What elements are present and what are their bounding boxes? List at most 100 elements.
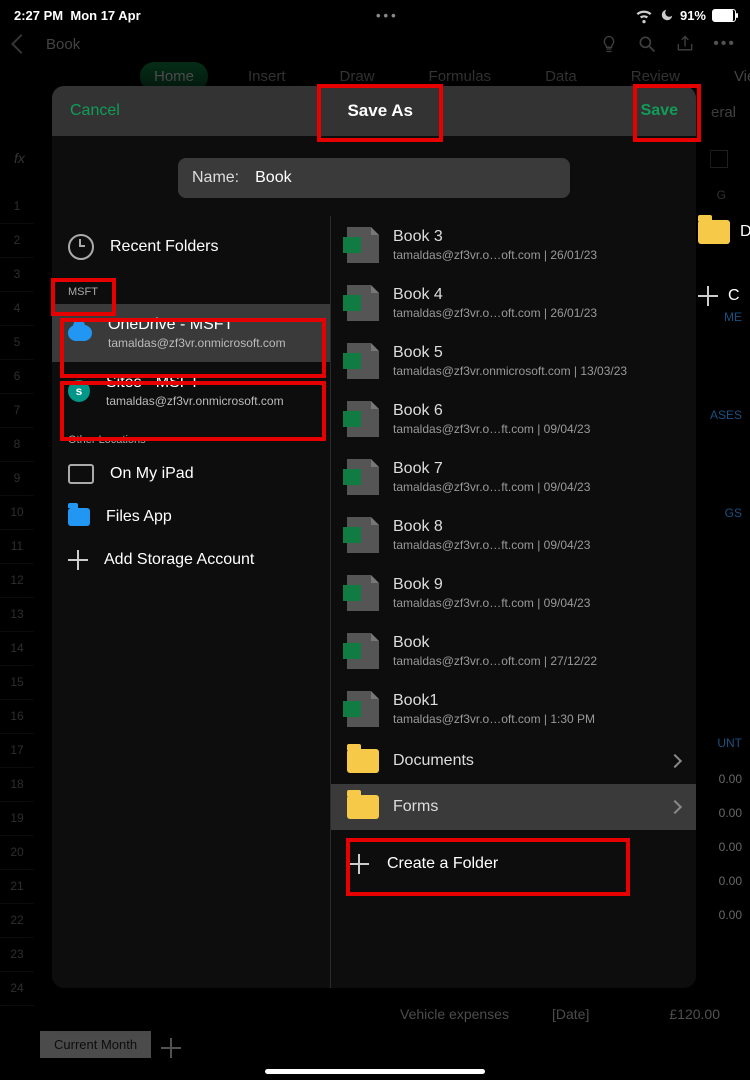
chevron-right-icon	[668, 800, 682, 814]
excel-file-icon	[347, 227, 379, 263]
bg-hint: UNT	[710, 736, 742, 772]
add-sheet-icon[interactable]	[161, 1038, 175, 1052]
filename-input[interactable]	[253, 168, 556, 188]
file-meta: tamaldas@zf3vr.o…ft.com | 09/04/23	[393, 538, 590, 552]
row-headers: 123456789101112131415161718192021222324	[0, 190, 34, 1006]
file-meta: tamaldas@zf3vr.o…oft.com | 26/01/23	[393, 306, 597, 320]
recent-folders[interactable]: Recent Folders	[52, 222, 330, 272]
dialog-title: Save As	[120, 101, 641, 121]
document-title: Book	[46, 36, 80, 53]
status-time: 2:27 PM	[14, 8, 63, 23]
battery-percent: 91%	[680, 8, 706, 23]
back-icon[interactable]	[11, 34, 31, 54]
plus-icon	[349, 854, 369, 874]
wifi-icon	[634, 5, 654, 25]
file-name: Book 3	[393, 228, 597, 246]
clock-icon	[68, 234, 94, 260]
file-row[interactable]: Book 4 tamaldas@zf3vr.o…oft.com | 26/01/2…	[331, 274, 696, 332]
filename-field[interactable]: Name:	[178, 158, 570, 198]
drive-d-label: D	[740, 223, 750, 241]
folder-row[interactable]: Forms	[331, 784, 696, 830]
locations-sidebar: Recent Folders MSFT OneDrive - MSFT tama…	[52, 216, 331, 988]
onedrive-title: OneDrive - MSFT	[108, 316, 286, 334]
file-name: Book 8	[393, 518, 590, 536]
sheet-tab-current[interactable]: Current Month	[40, 1031, 151, 1058]
file-row[interactable]: Book 7 tamaldas@zf3vr.o…ft.com | 09/04/23	[331, 448, 696, 506]
folder-icon	[698, 220, 730, 244]
folder-name: Forms	[393, 798, 438, 816]
formula-bar-label: fx	[14, 150, 25, 166]
other-locations-header: Other Locations	[52, 420, 330, 452]
file-name: Book 9	[393, 576, 590, 594]
create-folder-label: Create a Folder	[387, 855, 498, 873]
folder-icon	[347, 749, 379, 773]
sites-sub: tamaldas@zf3vr.onmicrosoft.com	[106, 394, 284, 408]
excel-file-icon	[347, 633, 379, 669]
lightbulb-icon[interactable]	[599, 34, 619, 54]
bg-vehicle: Vehicle expenses	[400, 1006, 509, 1022]
excel-file-icon	[347, 459, 379, 495]
onedrive-icon	[68, 325, 92, 341]
share-icon[interactable]	[675, 34, 695, 54]
location-onedrive[interactable]: OneDrive - MSFT tamaldas@zf3vr.onmicroso…	[52, 304, 330, 362]
excel-file-icon	[347, 285, 379, 321]
bg-hint: 0.00	[710, 874, 742, 908]
location-sites[interactable]: s Sites - MSFT tamaldas@zf3vr.onmicrosof…	[52, 362, 330, 420]
bg-hint: 0.00	[710, 806, 742, 840]
folder-row[interactable]: Documents	[331, 738, 696, 784]
onedrive-sub: tamaldas@zf3vr.onmicrosoft.com	[108, 336, 286, 350]
file-row[interactable]: Book 5tamaldas@zf3vr.onmicrosoft.com | 1…	[331, 332, 696, 390]
plus-icon	[68, 550, 88, 570]
save-button[interactable]: Save	[641, 102, 678, 120]
dropdown-icon[interactable]	[710, 150, 728, 168]
home-indicator[interactable]	[265, 1069, 485, 1074]
plus-icon	[698, 286, 718, 306]
file-row[interactable]: Booktamaldas@zf3vr.o…oft.com | 27/12/22	[331, 622, 696, 680]
excel-file-icon	[347, 575, 379, 611]
bg-hint: 0.00	[710, 772, 742, 806]
bg-date: [Date]	[552, 1006, 589, 1022]
file-row[interactable]: Book 8 tamaldas@zf3vr.o…ft.com | 09/04/23	[331, 506, 696, 564]
bg-hint: ASES	[710, 408, 742, 506]
file-meta: tamaldas@zf3vr.onmicrosoft.com | 13/03/2…	[393, 364, 627, 378]
moon-icon	[660, 8, 674, 22]
add-storage-label: Add Storage Account	[104, 551, 254, 569]
search-icon[interactable]	[637, 34, 657, 54]
bg-hint: GS	[710, 506, 742, 736]
excel-file-icon	[347, 691, 379, 727]
battery-icon	[712, 9, 736, 22]
file-meta: tamaldas@zf3vr.o…ft.com | 09/04/23	[393, 480, 590, 494]
file-row[interactable]: Book 9tamaldas@zf3vr.o…ft.com | 09/04/23	[331, 564, 696, 622]
status-date: Mon 17 Apr	[70, 8, 140, 23]
file-row[interactable]: Book1 tamaldas@zf3vr.o…oft.com | 1:30 PM	[331, 680, 696, 738]
file-name: Book 6	[393, 402, 590, 420]
filename-label: Name:	[192, 169, 239, 187]
account-section-header: MSFT	[52, 272, 330, 304]
file-name: Book 7	[393, 460, 590, 478]
excel-file-icon	[347, 343, 379, 379]
drive-folder-d[interactable]: D	[690, 200, 750, 264]
location-on-my-ipad[interactable]: On My iPad	[52, 452, 330, 496]
sharepoint-icon: s	[68, 380, 90, 402]
file-row[interactable]: Book 6tamaldas@zf3vr.o…ft.com | 09/04/23	[331, 390, 696, 448]
create-folder-button[interactable]: Create a Folder	[331, 830, 696, 898]
file-meta: tamaldas@zf3vr.o…oft.com | 26/01/23	[393, 248, 597, 262]
excel-file-icon	[347, 401, 379, 437]
file-name: Book 4	[393, 286, 597, 304]
ipad-icon	[68, 464, 94, 484]
cancel-button[interactable]: Cancel	[70, 102, 120, 120]
folder-name: Documents	[393, 752, 474, 770]
file-row[interactable]: Book 3 tamaldas@zf3vr.o…oft.com | 26/01/2…	[331, 216, 696, 274]
location-files-app[interactable]: Files App	[52, 496, 330, 538]
add-storage-account[interactable]: Add Storage Account	[52, 538, 330, 582]
folder-icon	[347, 795, 379, 819]
tab-view[interactable]: View	[720, 62, 750, 91]
files-app-label: Files App	[106, 508, 172, 526]
on-my-ipad-label: On My iPad	[110, 465, 194, 483]
multitask-dots[interactable]: •••	[141, 8, 634, 23]
more-icon[interactable]: •••	[713, 35, 736, 53]
bg-amount: £120.00	[669, 1006, 720, 1022]
bg-hint: 0.00	[710, 840, 742, 874]
file-meta: tamaldas@zf3vr.o…oft.com | 1:30 PM	[393, 712, 595, 726]
file-name: Book1	[393, 692, 595, 710]
